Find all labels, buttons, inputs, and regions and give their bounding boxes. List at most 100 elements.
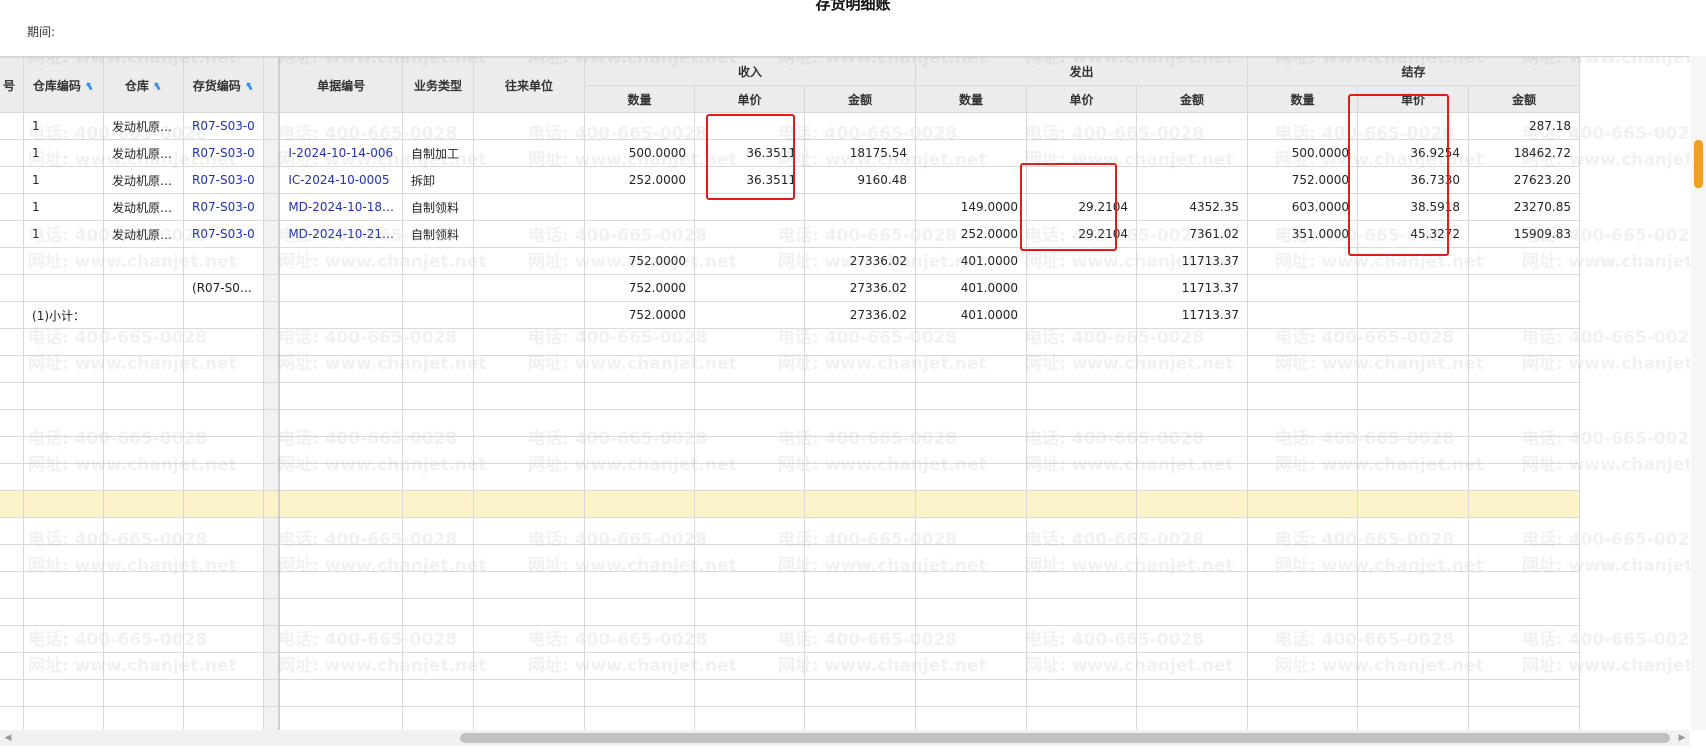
col-outgo-qty[interactable]: 数量 (914, 85, 1027, 113)
cell-inventory-code[interactable] (183, 409, 264, 437)
cell-doc-no[interactable] (278, 544, 403, 572)
table-row[interactable]: (R07-S0… 752.0000 27336.02 401.0000 11713.37 (0, 274, 1580, 302)
empty-row[interactable] (0, 544, 1580, 572)
pin-icon[interactable]: ⬆ (242, 78, 256, 94)
table-row[interactable]: 752.0000 27336.02 401.0000 11713.37 (0, 247, 1580, 275)
pin-icon[interactable]: ⬆ (82, 78, 96, 94)
cell-inventory-code[interactable] (183, 544, 264, 572)
selected-empty-row[interactable] (0, 490, 1580, 518)
cell-inventory-code[interactable] (183, 301, 264, 329)
col-biz-type[interactable]: 业务类型 (401, 57, 474, 113)
cell-doc-no[interactable] (278, 409, 403, 437)
cell-inventory-code[interactable] (183, 679, 264, 707)
cell-income-qty (583, 598, 695, 626)
empty-row[interactable] (0, 571, 1580, 599)
cell-income-amount (803, 463, 916, 491)
vertical-scrollbar[interactable] (1691, 56, 1706, 730)
cell-inventory-code[interactable] (183, 490, 264, 518)
empty-row[interactable] (0, 355, 1580, 383)
col-warehouse[interactable]: 仓库⬆ (103, 57, 185, 113)
empty-row[interactable] (0, 598, 1580, 626)
cell-doc-no[interactable] (278, 328, 403, 356)
cell-inventory-code[interactable] (183, 652, 264, 680)
cell-doc-no[interactable] (278, 706, 403, 731)
cell-inventory-code[interactable] (183, 436, 264, 464)
cell-inventory-code[interactable]: R07-S03-0 (183, 220, 264, 248)
cell-doc-no[interactable] (278, 274, 403, 302)
cell-doc-no[interactable] (278, 679, 403, 707)
pin-icon[interactable]: ⬆ (150, 78, 164, 94)
empty-row[interactable] (0, 409, 1580, 437)
empty-row[interactable] (0, 463, 1580, 491)
cell-inventory-code[interactable]: R07-S03-0 (183, 112, 264, 140)
col-inventory-code[interactable]: 存货编码⬆ (183, 57, 264, 113)
cell-doc-no[interactable]: I-2024-10-14-006 (278, 139, 403, 167)
col-doc-no[interactable]: 单据编号 (278, 57, 403, 113)
cell-inventory-code[interactable] (183, 598, 264, 626)
cell-inventory-code[interactable] (183, 247, 264, 275)
frozen-column-divider[interactable] (262, 57, 281, 113)
cell-doc-no[interactable]: IC-2024-10-0005 (278, 166, 403, 194)
col-balance-qty[interactable]: 数量 (1246, 85, 1358, 113)
cell-inventory-code[interactable] (183, 517, 264, 545)
table-row[interactable]: 1 发动机原… R07-S03-0 287.18 (0, 112, 1580, 140)
cell-doc-no[interactable] (278, 301, 403, 329)
cell-doc-no[interactable] (278, 463, 403, 491)
cell-inventory-code[interactable] (183, 463, 264, 491)
cell-inventory-code[interactable]: R07-S03-0 (183, 166, 264, 194)
cell-inventory-code[interactable]: R07-S03-0 (183, 139, 264, 167)
cell-inventory-code[interactable] (183, 571, 264, 599)
cell-inventory-code[interactable] (183, 625, 264, 653)
cell-inventory-code[interactable] (183, 328, 264, 356)
empty-row[interactable] (0, 382, 1580, 410)
cell-doc-no[interactable]: MD-2024-10-21… (278, 220, 403, 248)
horizontal-scrollbar[interactable]: ◀ ▶ (0, 730, 1690, 746)
scroll-left-icon[interactable]: ◀ (0, 730, 16, 746)
empty-row[interactable] (0, 625, 1580, 653)
col-outgo-price[interactable]: 单价 (1025, 85, 1137, 113)
scroll-right-icon[interactable]: ▶ (1674, 730, 1690, 746)
empty-row[interactable] (0, 706, 1580, 731)
cell-inventory-code[interactable] (183, 706, 264, 731)
cell-partner (472, 598, 585, 626)
empty-row[interactable] (0, 436, 1580, 464)
table-row[interactable]: 1 发动机原… R07-S03-0 I-2024-10-14-006 自制加工 500.0… (0, 139, 1580, 167)
cell-inventory-code[interactable] (183, 382, 264, 410)
col-partner[interactable]: 往来单位 (472, 57, 585, 113)
cell-doc-no[interactable] (278, 490, 403, 518)
table-row[interactable]: 1 发动机原… R07-S03-0 IC-2024-10-0005 拆卸 252.0000… (0, 166, 1580, 194)
cell-income-price (693, 382, 805, 410)
cell-inventory-code[interactable]: R07-S03-0 (183, 193, 264, 221)
col-balance-amount[interactable]: 金额 (1467, 85, 1580, 113)
table-row[interactable]: 1 发动机原… R07-S03-0 MD-2024-10-18… 自制领料 149.000… (0, 193, 1580, 221)
col-income-price[interactable]: 单价 (693, 85, 805, 113)
cell-inventory-code[interactable] (183, 355, 264, 383)
cell-doc-no[interactable]: MD-2024-10-18… (278, 193, 403, 221)
col-row-no[interactable]: 号 (0, 57, 25, 113)
vertical-scroll-thumb[interactable] (1694, 140, 1703, 188)
cell-doc-no[interactable] (278, 517, 403, 545)
cell-inventory-code[interactable]: (R07-S0… (183, 274, 264, 302)
empty-row[interactable] (0, 517, 1580, 545)
cell-doc-no[interactable] (278, 571, 403, 599)
col-income-qty[interactable]: 数量 (583, 85, 695, 113)
empty-row[interactable] (0, 679, 1580, 707)
col-warehouse-code[interactable]: 仓库编码⬆ (23, 57, 105, 113)
cell-doc-no[interactable] (278, 598, 403, 626)
table-row[interactable]: 1 发动机原… R07-S03-0 MD-2024-10-21… 自制领料 252.000… (0, 220, 1580, 248)
cell-doc-no[interactable] (278, 247, 403, 275)
col-balance-price[interactable]: 单价 (1356, 85, 1469, 113)
table-row[interactable]: (1)小计： 752.0000 27336.02 401.0000 11713.37 (0, 301, 1580, 329)
empty-row[interactable] (0, 652, 1580, 680)
col-income-amount[interactable]: 金额 (803, 85, 916, 113)
horizontal-scroll-thumb[interactable] (460, 733, 1670, 743)
cell-doc-no[interactable] (278, 112, 403, 140)
cell-doc-no[interactable] (278, 625, 403, 653)
cell-doc-no[interactable] (278, 436, 403, 464)
cell-doc-no[interactable] (278, 382, 403, 410)
cell-doc-no[interactable] (278, 355, 403, 383)
cell-doc-no[interactable] (278, 652, 403, 680)
col-outgo-amount[interactable]: 金额 (1135, 85, 1248, 113)
ledger-grid-viewport[interactable]: 号 仓库编码⬆ 仓库⬆ 存货编码⬆ 单据编号 业务类型 往来单位 收入 发出 结… (0, 56, 1690, 731)
empty-row[interactable] (0, 328, 1580, 356)
